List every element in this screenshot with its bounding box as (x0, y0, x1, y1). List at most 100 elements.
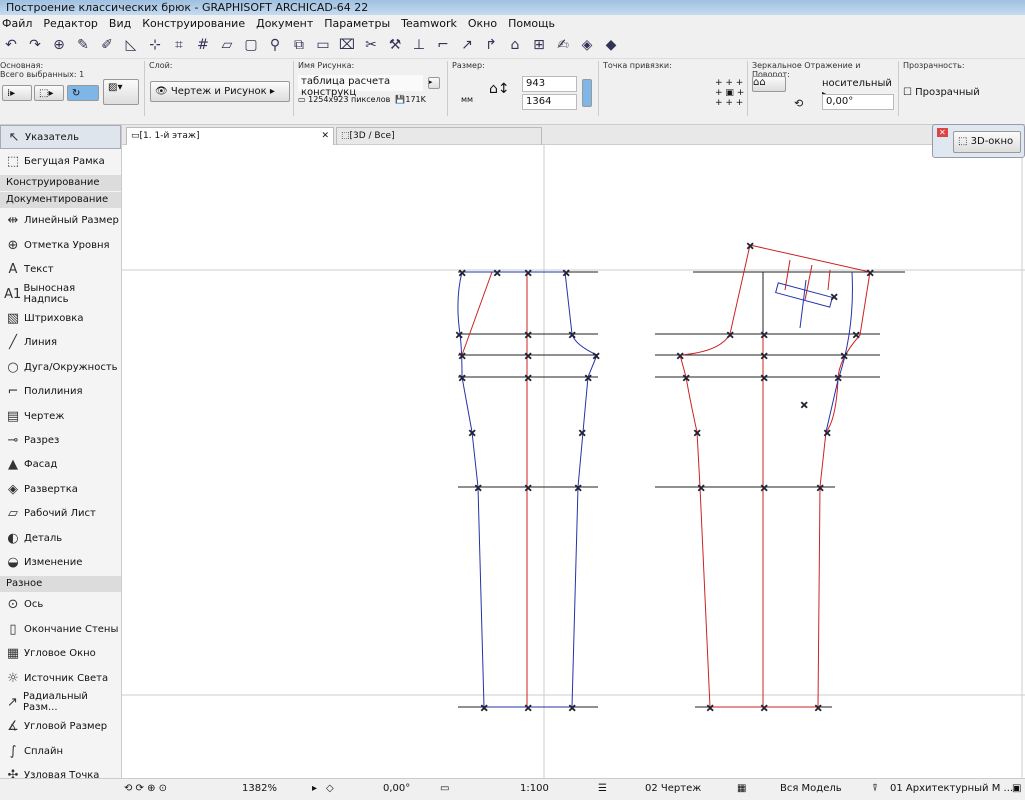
tool-detail[interactable]: ◐ Деталь (0, 526, 121, 550)
tool-grid[interactable]: ⊙ Ось (0, 593, 121, 617)
spline-icon: ∫ (9, 743, 17, 759)
menu-teamwork[interactable]: Teamwork (401, 15, 457, 32)
tool-interior[interactable]: ◈ Развертка (0, 477, 121, 501)
tool-label[interactable]: A1 Выносная Надпись (0, 282, 121, 306)
group-documentation[interactable]: Документирование (0, 191, 121, 208)
menu-window[interactable]: Окно (468, 15, 497, 32)
tool-section[interactable]: ⊸ Разрез (0, 428, 121, 452)
window-icon[interactable]: ▣ (1012, 783, 1021, 794)
level-icon: ⊕ (7, 237, 19, 253)
tool-marquee[interactable]: ⬚ Бегущая Рамка (0, 149, 121, 173)
tool-change[interactable]: ◒ Изменение (0, 550, 121, 574)
coordinates-icon[interactable]: ⌗ (170, 37, 188, 53)
close-icon[interactable]: ✕ (321, 131, 329, 141)
scale-value[interactable]: 1:100 (520, 783, 549, 794)
menu-document[interactable]: Документ (256, 15, 313, 32)
offset-icon[interactable]: ↱ (482, 37, 500, 53)
tool-wall-end[interactable]: ▯ Окончание Стены (0, 617, 121, 641)
group-misc[interactable]: Разное (0, 575, 121, 592)
menu-file[interactable]: Файл (2, 15, 32, 32)
curve-icon[interactable]: ↗ (458, 37, 476, 53)
picture-name-field[interactable]: таблица расчета конструкц (298, 75, 423, 98)
tool-worksheet[interactable]: ▱ Рабочий Лист (0, 501, 121, 525)
tab-3d[interactable]: ⬚[3D / Все] (336, 127, 542, 145)
corner-icon[interactable]: ⌐ (434, 37, 452, 53)
menu-help[interactable]: Помощь (508, 15, 555, 32)
layer-select[interactable]: 👁 Чертеж и Рисунок ▸ (150, 81, 290, 102)
edit-icon[interactable]: ✍ (554, 37, 572, 53)
anchor-point-icon[interactable]: + + + + ▣ + + + + (715, 78, 744, 108)
menu-view[interactable]: Вид (109, 15, 131, 32)
tool-spline[interactable]: ∫ Сплайн (0, 739, 121, 763)
lock-icon[interactable]: ⚲ (266, 37, 284, 53)
frame-icon[interactable]: ▢ (242, 37, 260, 53)
tool-level[interactable]: ⊕ Отметка Уровня (0, 233, 121, 257)
display-icon[interactable]: ◆ (602, 37, 620, 53)
transparent-checkbox[interactable]: ☐ Прозрачный (903, 87, 980, 98)
zoom-controls[interactable]: ⟲ ⟳ ⊕ ⊙ (124, 783, 167, 794)
3d-window-button[interactable]: ⬚ 3D-окно (953, 131, 1021, 153)
tool-angle-dim[interactable]: ∡ Угловой Размер (0, 715, 121, 739)
tool-dimension[interactable]: ⇹ Линейный Размер (0, 209, 121, 233)
arrow-right-icon[interactable]: ▸ (312, 783, 317, 794)
syringe-icon[interactable]: ✐ (98, 37, 116, 53)
group-design[interactable]: Конструирование (0, 174, 121, 191)
eyedropper-icon[interactable]: ✎ (74, 37, 92, 53)
arc-icon: ○ (7, 359, 19, 375)
tool-polyline[interactable]: ⌐ Полилиния (0, 380, 121, 404)
picture-button[interactable]: ▨▾ (103, 79, 139, 105)
tool-line[interactable]: ╱ Линия (0, 331, 121, 355)
picture-arrow-button[interactable]: ▸ (428, 77, 440, 89)
elevate-icon[interactable]: ⊥ (410, 37, 428, 53)
height-field[interactable]: 1364 (522, 94, 577, 110)
tool-drawing[interactable]: ▤ Чертеж (0, 404, 121, 428)
home-icon[interactable]: ⌂ (506, 37, 524, 53)
marquee-button[interactable]: ⬚▸ (34, 85, 64, 101)
undo-icon[interactable]: ↶ (2, 37, 20, 53)
grid-snap-icon[interactable]: # (194, 37, 212, 53)
tool-pointer[interactable]: ↖ Указатель (0, 125, 121, 150)
guide-icon[interactable]: ◺ (122, 37, 140, 53)
tab-floor-plan[interactable]: ▭[1. 1-й этаж] ✕ (126, 127, 334, 145)
width-field[interactable]: 943 (522, 76, 577, 92)
tool-radial-dim[interactable]: ↗ Радиальный Разм... (0, 690, 121, 714)
tool-label: Изменение (24, 556, 83, 568)
interior-icon: ◈ (8, 481, 18, 497)
find-select-icon[interactable]: ⊕ (50, 37, 68, 53)
ruler-icon[interactable]: ▭ (314, 37, 332, 53)
tool-text[interactable]: A Текст (0, 258, 121, 282)
model-view-value[interactable]: Вся Модель (780, 783, 842, 794)
tool-elevation[interactable]: ▲ Фасад (0, 453, 121, 477)
grid-icon: ⊙ (7, 597, 19, 613)
adjust-icon[interactable]: ⚒ (386, 37, 404, 53)
rotation-icon: ⟲ (794, 97, 804, 110)
tool-arc[interactable]: ○ Дуга/Окружность (0, 355, 121, 379)
pen-set-value[interactable]: 01 Архитектурный М ... (890, 783, 1013, 794)
window-title: Построение классических брюк - GRAPHISOF… (0, 0, 1025, 15)
rotate-button[interactable]: ↻ (67, 85, 99, 101)
close-icon[interactable]: ✕ (937, 128, 948, 137)
tool-corner-window[interactable]: ▦ Угловое Окно (0, 641, 121, 665)
zoom-value[interactable]: 1382% (242, 783, 277, 794)
menu-design[interactable]: Конструирование (142, 15, 245, 32)
drawing-canvas[interactable]: × × × × × × × × × × × × × × × × × × × × × × × × × × × × × × × × × ×… (122, 145, 1025, 778)
tool-fill[interactable]: ▧ Штриховка (0, 306, 121, 330)
mirror-buttons[interactable]: ⌂⌂ (752, 76, 786, 92)
suspend-groups-icon[interactable]: ⧉ (290, 37, 308, 53)
menu-options[interactable]: Параметры (324, 15, 390, 32)
selection-button[interactable]: ⁞▸ (2, 85, 32, 101)
layer-icon[interactable]: ▱ (218, 37, 236, 53)
tool-lamp[interactable]: ☼ Источник Света (0, 666, 121, 690)
angle-field[interactable]: 0,00° (822, 94, 894, 110)
group-icon[interactable]: ⊞ (530, 37, 548, 53)
redo-icon[interactable]: ↷ (26, 37, 44, 53)
menu-edit[interactable]: Редактор (43, 15, 98, 32)
layer-combination[interactable]: 02 Чертеж (645, 783, 701, 794)
svg-text:×: × (682, 373, 690, 384)
angle-value[interactable]: 0,00° (383, 783, 410, 794)
split-icon[interactable]: ✂ (362, 37, 380, 53)
mesh-icon[interactable]: ◈ (578, 37, 596, 53)
cross-icon[interactable]: ⌧ (338, 37, 356, 53)
link-proportions-button[interactable] (582, 79, 592, 107)
snap-icon[interactable]: ⊹ (146, 37, 164, 53)
